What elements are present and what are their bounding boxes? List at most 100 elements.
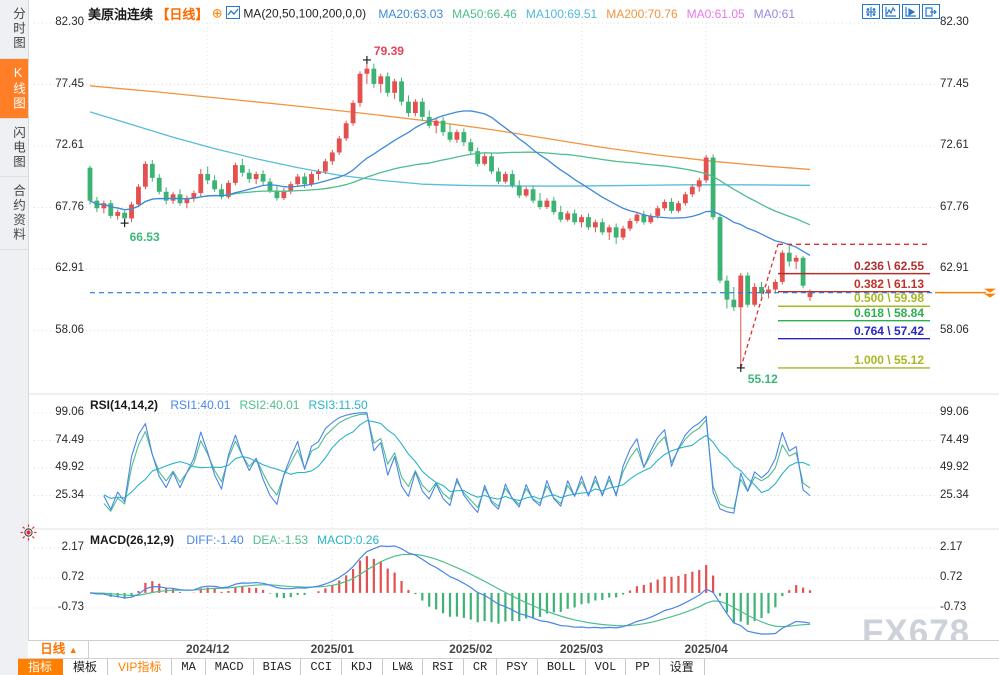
price-axis-label-right: 58.06 <box>940 324 969 336</box>
date-axis-label: 2025/01 <box>311 642 354 656</box>
price-axis-label-left: 58.06 <box>32 324 84 336</box>
candle <box>718 217 723 280</box>
candle <box>787 253 792 262</box>
candle <box>524 189 529 195</box>
candle <box>233 165 238 183</box>
toolbar-tab-设置[interactable]: 设置 <box>660 659 705 675</box>
candle <box>461 132 466 142</box>
toolbar-tab-MA[interactable]: MA <box>172 659 205 675</box>
toolbar-tab-PP[interactable]: PP <box>626 659 659 675</box>
symbol-title: 美原油连续 <box>88 7 153 22</box>
price-axis-label-right: 77.45 <box>940 78 969 90</box>
candle <box>309 174 314 184</box>
toolbar-tab-MACD[interactable]: MACD <box>206 659 254 675</box>
sidebar-item-合约资料[interactable]: 合约资料 <box>0 177 28 250</box>
toolbar-tab-PSY[interactable]: PSY <box>497 659 538 675</box>
candle <box>468 142 473 151</box>
toolbar-tab-VOL[interactable]: VOL <box>586 659 627 675</box>
detach-window-icon[interactable] <box>922 4 940 19</box>
toolbar-tab-BIAS[interactable]: BIAS <box>254 659 302 675</box>
candle <box>704 158 709 181</box>
toolbar-tab-模板[interactable]: 模板 <box>63 659 108 675</box>
rsi-axis-label-right: 74.49 <box>940 434 969 446</box>
toolbar-tab-RSI[interactable]: RSI <box>423 659 464 675</box>
price-axis-label-left: 82.30 <box>32 16 84 28</box>
candle <box>240 165 245 173</box>
toolbar-tab-CCI[interactable]: CCI <box>301 659 342 675</box>
live-alert-icon[interactable] <box>20 524 37 546</box>
candle <box>558 212 563 220</box>
sidebar-item-K线图[interactable]: K线图 <box>0 59 28 119</box>
fib-level-label: 0.382 \ 61.13 <box>820 277 924 291</box>
candle <box>261 174 266 182</box>
candle <box>669 202 674 211</box>
candle <box>330 152 335 161</box>
axis-scale-icon[interactable] <box>882 4 900 19</box>
candle <box>198 174 203 193</box>
toolbar-tab-LW&[interactable]: LW& <box>383 659 424 675</box>
candle <box>399 81 404 101</box>
candle <box>745 276 750 305</box>
candle <box>205 174 210 180</box>
rsi-axis-label-left: 99.06 <box>32 406 84 418</box>
rsi-axis-label-right: 25.34 <box>940 489 969 501</box>
price-axis-label-right: 67.76 <box>940 201 969 213</box>
candle <box>738 276 743 308</box>
date-axis-label: 2024/12 <box>186 642 229 656</box>
ma-value: MA0:61 <box>754 7 795 21</box>
date-axis-label: 2025/02 <box>449 642 492 656</box>
candle <box>129 204 134 218</box>
candle <box>517 185 522 195</box>
candle <box>711 158 716 218</box>
add-indicator-icon[interactable]: ⊕ <box>212 6 223 21</box>
candle <box>579 217 584 222</box>
low-price-label: 55.12 <box>748 372 778 386</box>
indicator-value: RSI2:40.01 <box>239 398 299 412</box>
price-axis-label-left: 62.91 <box>32 262 84 274</box>
period-tag: 【日线】 <box>156 7 208 22</box>
candle <box>607 227 612 232</box>
ma-value: MA200:70.76 <box>606 7 677 21</box>
candle <box>586 217 591 227</box>
price-axis-label-left: 72.61 <box>32 139 84 151</box>
candle <box>434 121 439 126</box>
candle <box>406 102 411 113</box>
candle <box>371 69 376 84</box>
candle <box>551 201 556 212</box>
ma-value: MA20:63.03 <box>378 7 443 21</box>
date-axis-row: 日线 ▲ 2024/122025/012025/022025/032025/04 <box>28 640 999 659</box>
date-axis-label: 2025/03 <box>560 642 603 656</box>
toolbar-tab-KDJ[interactable]: KDJ <box>342 659 383 675</box>
ma-value: MA0:61.05 <box>687 7 745 21</box>
toolbar-tab-BOLL[interactable]: BOLL <box>538 659 586 675</box>
candle <box>413 102 418 113</box>
pan-crosshair-icon[interactable] <box>862 4 880 19</box>
candle <box>295 177 300 185</box>
fib-level-label: 0.618 \ 58.84 <box>820 306 924 320</box>
candle <box>316 171 321 174</box>
price-axis-label-right: 62.91 <box>940 262 969 274</box>
candle <box>448 132 453 140</box>
candle <box>365 69 370 74</box>
chart-playback-icon[interactable] <box>902 4 920 19</box>
indicator-value: MACD:0.26 <box>317 533 379 547</box>
candle <box>565 213 570 219</box>
macd-axis-label-left: -0.73 <box>32 601 84 613</box>
candle <box>752 287 757 305</box>
candle <box>157 178 162 192</box>
sidebar-item-分时图[interactable]: 分时图 <box>0 0 28 59</box>
candle <box>420 102 425 117</box>
rsi-header: RSI(14,14,2) RSI1:40.01RSI2:40.01RSI3:11… <box>90 398 368 412</box>
sidebar-item-闪电图[interactable]: 闪电图 <box>0 119 28 178</box>
toolbar-tab-CR[interactable]: CR <box>464 659 497 675</box>
toolbar-tab-VIP指标[interactable]: VIP指标 <box>108 659 172 675</box>
rsi-axis-label-left: 49.92 <box>32 461 84 473</box>
candle <box>600 222 605 232</box>
toolbar-tab-指标[interactable]: 指标 <box>18 659 63 675</box>
candle <box>88 168 93 201</box>
ma-values: MA20:63.03MA50:66.46MA100:69.51MA200:70.… <box>369 6 795 20</box>
candle <box>794 258 799 262</box>
candle <box>378 76 383 84</box>
candle <box>302 177 307 185</box>
period-selector[interactable]: 日线 ▲ <box>30 641 89 658</box>
